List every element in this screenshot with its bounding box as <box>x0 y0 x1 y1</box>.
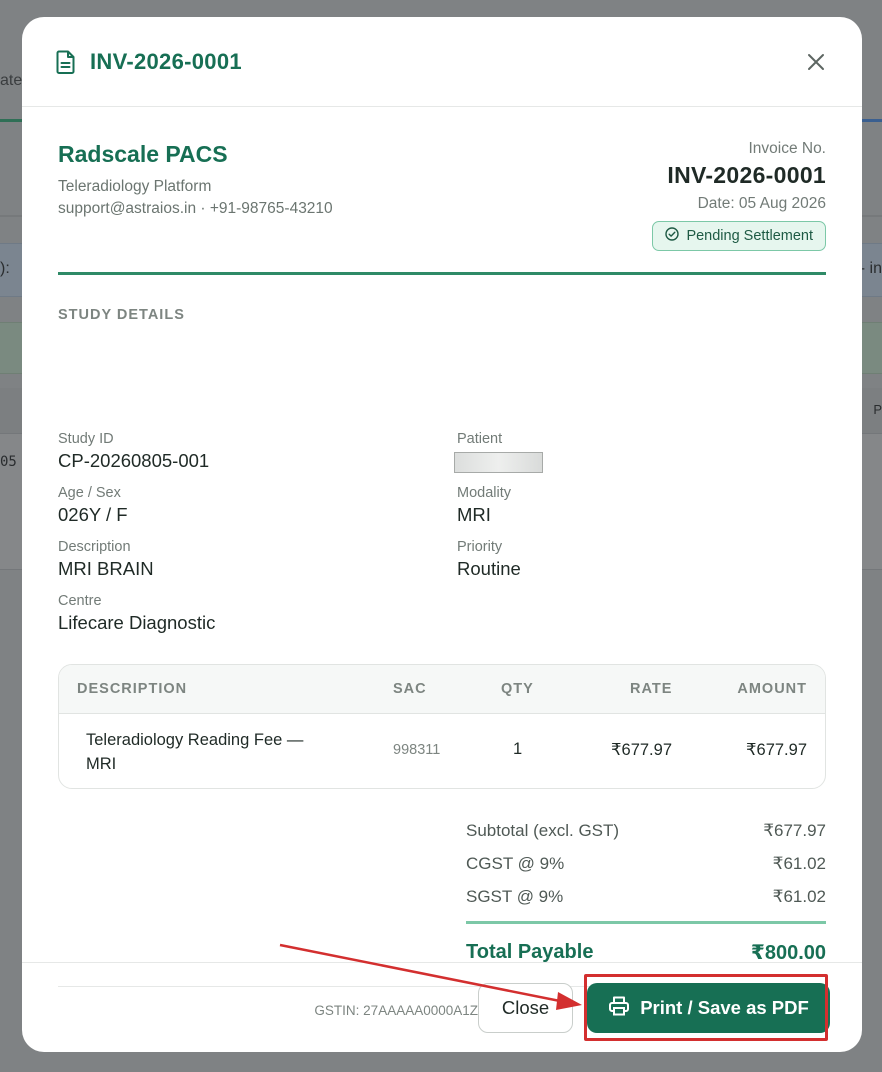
subtotal-line: Subtotal (excl. GST) ₹677.97 <box>466 814 826 847</box>
total-value: ₹800.00 <box>750 941 826 964</box>
bg-col-fragment: P <box>873 402 882 417</box>
col-description: DESCRIPTION <box>77 681 188 697</box>
description-value: MRI BRAIN <box>58 558 154 579</box>
modal-footer: Close Print / Save as PDF <box>22 962 862 1052</box>
row-sac: 998311 <box>393 742 441 758</box>
col-rate: RATE <box>630 681 673 697</box>
study-id-value: CP-20260805-001 <box>58 450 210 471</box>
description-label: Description <box>58 539 131 555</box>
field-study-id: Study ID CP-20260805-001 <box>58 430 209 474</box>
subtotal-value: ₹677.97 <box>763 820 826 840</box>
field-modality: Modality MRI <box>457 484 511 528</box>
bg-tab-fragment: ate <box>0 72 23 89</box>
invoice-number: INV-2026-0001 <box>667 162 826 188</box>
print-pdf-label: Print / Save as PDF <box>640 997 809 1018</box>
bg-tab-underline <box>860 119 882 122</box>
invoice-modal: INV-2026-0001 Radscale PACS Teleradiolog… <box>22 17 862 1052</box>
row-amount: ₹677.97 <box>746 741 807 759</box>
modal-header: INV-2026-0001 <box>22 17 862 107</box>
field-age-sex: Age / Sex 026Y / F <box>58 484 128 528</box>
totals-block: Subtotal (excl. GST) ₹677.97 CGST @ 9% ₹… <box>466 814 826 980</box>
row-rate: ₹677.97 <box>611 741 672 759</box>
invoice-meta: Invoice No. INV-2026-0001 Date: 05 Aug 2… <box>652 139 826 251</box>
cgst-value: ₹61.02 <box>772 853 826 873</box>
study-id-label: Study ID <box>58 431 114 447</box>
patient-redacted <box>454 452 543 473</box>
modality-label: Modality <box>457 485 511 501</box>
sgst-line: SGST @ 9% ₹61.02 <box>466 880 826 913</box>
field-description: Description MRI BRAIN <box>58 538 154 582</box>
total-label: Total Payable <box>466 940 594 963</box>
line-items-table: DESCRIPTION SAC QTY RATE AMOUNT Teleradi… <box>58 664 826 789</box>
modal-title: INV-2026-0001 <box>90 48 242 74</box>
company-block: Radscale PACS Teleradiology Platform sup… <box>58 141 333 220</box>
bg-active-tab-underline <box>0 119 22 122</box>
subtotal-label: Subtotal (excl. GST) <box>466 820 620 840</box>
row-description: Teleradiology Reading Fee — MRI <box>86 728 303 776</box>
company-tagline: Teleradiology Platform <box>58 178 212 195</box>
bg-row-fragment: 05 <box>0 454 17 470</box>
check-circle-icon <box>665 227 680 245</box>
row-qty: 1 <box>513 740 523 758</box>
cgst-label: CGST @ 9% <box>466 853 565 873</box>
row-description-line1: Teleradiology Reading Fee — <box>86 731 304 749</box>
centre-value: Lifecare Diagnostic <box>58 612 216 633</box>
bg-band-left-text: ): <box>0 260 10 277</box>
priority-value: Routine <box>457 558 521 579</box>
field-patient: Patient <box>454 430 543 473</box>
age-sex-value: 026Y / F <box>58 504 128 525</box>
printer-icon <box>608 995 630 1022</box>
status-text: Pending Settlement <box>686 228 813 244</box>
col-sac: SAC <box>393 681 427 697</box>
sgst-value: ₹61.02 <box>772 886 826 906</box>
modality-value: MRI <box>457 504 491 525</box>
study-section-title: STUDY DETAILS <box>58 307 185 323</box>
close-icon[interactable] <box>804 50 828 74</box>
status-badge: Pending Settlement <box>652 221 826 251</box>
company-name: Radscale PACS <box>58 141 228 167</box>
row-description-line2: MRI <box>86 755 117 773</box>
invoice-number-label: Invoice No. <box>748 140 826 157</box>
field-priority: Priority Routine <box>457 538 521 582</box>
bg-band-right-text: - in <box>859 260 882 277</box>
table-row: Teleradiology Reading Fee — MRI 998311 1… <box>59 714 825 788</box>
close-button[interactable]: Close <box>478 983 573 1033</box>
priority-label: Priority <box>457 539 503 555</box>
invoice-date: Date: 05 Aug 2026 <box>697 195 826 212</box>
company-contact: support@astraios.in · +91-98765-43210 <box>58 200 333 217</box>
document-icon <box>56 50 78 74</box>
centre-label: Centre <box>58 593 102 609</box>
table-header: DESCRIPTION SAC QTY RATE AMOUNT <box>59 665 825 714</box>
col-amount: AMOUNT <box>737 681 807 697</box>
cgst-line: CGST @ 9% ₹61.02 <box>466 847 826 880</box>
col-qty: QTY <box>501 681 534 697</box>
sgst-label: SGST @ 9% <box>466 886 564 906</box>
age-sex-label: Age / Sex <box>58 485 121 501</box>
print-pdf-button[interactable]: Print / Save as PDF <box>587 983 830 1033</box>
field-centre: Centre Lifecare Diagnostic <box>58 592 215 636</box>
patient-label: Patient <box>457 431 503 447</box>
header-divider <box>58 272 826 275</box>
